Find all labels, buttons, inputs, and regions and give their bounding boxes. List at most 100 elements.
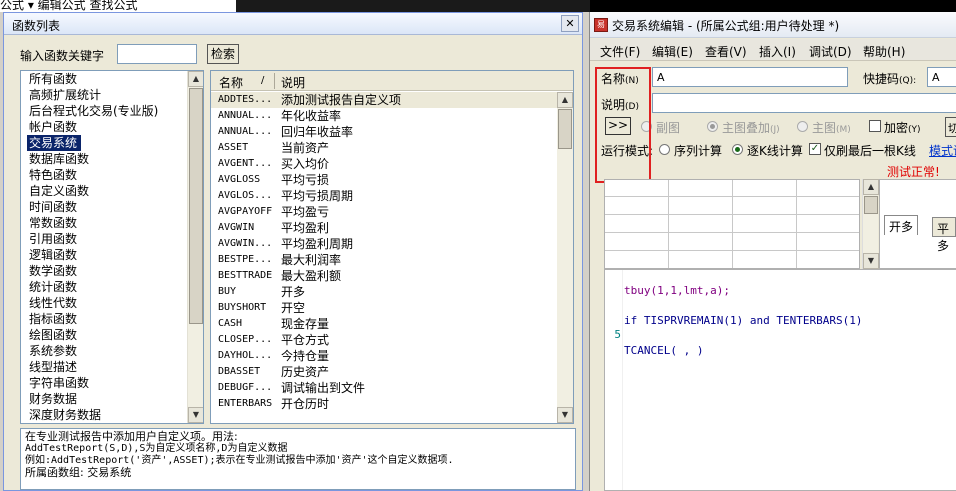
table-row[interactable]: ENTERBARS 开仓历时 xyxy=(211,396,557,412)
description-input[interactable] xyxy=(652,93,956,113)
function-desc: 最大利润率 xyxy=(281,253,342,267)
keyword-input[interactable] xyxy=(117,44,197,64)
function-desc: 平均盈亏 xyxy=(281,205,330,219)
table-row[interactable]: DAYHOL... 今持仓量 xyxy=(211,348,557,364)
category-item[interactable]: 字符串函数 xyxy=(21,375,203,391)
function-name: ANNUAL... xyxy=(218,126,273,137)
scroll-up-icon[interactable]: ▲ xyxy=(863,179,879,195)
main-chart-text: 主图 xyxy=(812,121,837,135)
category-item[interactable]: 统计函数 xyxy=(21,279,203,295)
category-item[interactable]: 常数函数 xyxy=(21,215,203,231)
menu-help[interactable]: 帮助(H) xyxy=(863,43,905,60)
scroll-down-icon[interactable]: ▼ xyxy=(863,253,879,269)
category-scrollbar[interactable]: ▲ ▼ xyxy=(187,71,203,423)
code-keyword: if xyxy=(624,314,638,327)
category-item[interactable]: 高频扩展统计 xyxy=(21,87,203,103)
grid-line xyxy=(668,180,669,268)
scroll-down-icon[interactable]: ▼ xyxy=(188,407,203,423)
table-row[interactable]: ASSET 当前资产 xyxy=(211,140,557,156)
table-row[interactable]: DBASSET 历史资产 xyxy=(211,364,557,380)
scroll-up-icon[interactable]: ▲ xyxy=(557,92,573,108)
last-k-checkbox[interactable]: ✓ xyxy=(809,143,821,155)
menu-edit[interactable]: 编辑(E) xyxy=(652,43,693,60)
side-button[interactable]: 切 xyxy=(945,117,956,137)
category-item[interactable]: 逻辑函数 xyxy=(21,247,203,263)
category-item[interactable]: 财务数据 xyxy=(21,391,203,407)
close-icon[interactable]: ✕ xyxy=(561,15,579,32)
main-overlay-radio[interactable] xyxy=(707,121,718,132)
category-item[interactable]: 交易系统 xyxy=(27,135,82,151)
table-row[interactable]: AVGWIN... 平均盈利周期 xyxy=(211,236,557,252)
table-row[interactable]: AVGWIN 平均盈利 xyxy=(211,220,557,236)
sort-icon: / xyxy=(261,75,265,86)
category-item[interactable]: 线性代数 xyxy=(21,295,203,311)
search-button[interactable]: 检索 xyxy=(207,44,239,64)
sequential-radio[interactable] xyxy=(659,144,670,155)
function-name: CASH xyxy=(218,318,243,329)
main-overlay-text: 主图叠加 xyxy=(722,121,771,135)
scroll-thumb[interactable] xyxy=(864,196,878,214)
category-item[interactable]: 系统参数 xyxy=(21,343,203,359)
category-item[interactable]: 数学函数 xyxy=(21,263,203,279)
category-item[interactable]: 深度财务数据 xyxy=(21,407,203,423)
background-dark-panel-right xyxy=(590,0,956,12)
table-row[interactable]: BUY 开多 xyxy=(211,284,557,300)
table-row[interactable]: ANNUAL... 回归年收益率 xyxy=(211,124,557,140)
line-gutter: 5 xyxy=(605,270,623,490)
function-name: AVGLOSS xyxy=(218,174,261,185)
table-row[interactable]: AVGENT... 买入均价 xyxy=(211,156,557,172)
name-input[interactable]: A xyxy=(652,67,848,87)
table-row[interactable]: CASH 现金存量 xyxy=(211,316,557,332)
table-row[interactable]: AVGLOS... 平均亏损周期 xyxy=(211,188,557,204)
function-rows: ADDTES... 添加测试报告自定义项 ANNUAL... 年化收益率 ANNUAL.… xyxy=(211,92,557,412)
main-chart-radio[interactable] xyxy=(797,121,808,132)
background-app-strip: 公式 ▾ 编辑公式 查找公式 xyxy=(0,0,956,12)
menu-file[interactable]: 文件(F) xyxy=(600,43,640,60)
category-item[interactable]: 所有函数 xyxy=(21,71,203,87)
function-desc: 今持仓量 xyxy=(281,349,330,363)
table-row[interactable]: BESTTRADE 最大盈利额 xyxy=(211,268,557,284)
editor-menubar: 文件(F) 编辑(E) 查看(V) 插入(I) 调试(D) 帮助(H) xyxy=(590,39,956,61)
category-item[interactable]: 特色函数 xyxy=(21,167,203,183)
function-desc: 买入均价 xyxy=(281,157,330,171)
category-item[interactable]: 指标函数 xyxy=(21,311,203,327)
category-item[interactable]: 时间函数 xyxy=(21,199,203,215)
column-name-header[interactable]: 名称 xyxy=(219,74,243,91)
category-item[interactable]: 后台程式化交易(专业版) xyxy=(21,103,203,119)
table-row[interactable]: BESTPE... 最大利润率 xyxy=(211,252,557,268)
code-editor[interactable]: 5 tbuy(1,1,lmt,a); if TISPRVREMAIN(1) an… xyxy=(604,269,956,491)
encrypt-checkbox[interactable] xyxy=(869,120,881,132)
grid-scrollbar[interactable]: ▲ ▼ xyxy=(862,179,879,269)
category-item[interactable]: 数据库函数 xyxy=(21,151,203,167)
table-row[interactable]: AVGPAYOFF 平均盈亏 xyxy=(211,204,557,220)
function-desc: 当前资产 xyxy=(281,141,330,155)
scroll-thumb[interactable] xyxy=(189,88,203,324)
menu-view[interactable]: 查看(V) xyxy=(705,43,747,60)
scroll-up-icon[interactable]: ▲ xyxy=(188,71,203,87)
function-scrollbar[interactable]: ▲ ▼ xyxy=(557,92,573,423)
column-divider xyxy=(274,73,275,89)
category-item[interactable]: 引用函数 xyxy=(21,231,203,247)
table-row[interactable]: CLOSEP... 平仓方式 xyxy=(211,332,557,348)
table-row[interactable]: ADDTES... 添加测试报告自定义项 xyxy=(211,92,557,108)
table-row[interactable]: BUYSHORT 开空 xyxy=(211,300,557,316)
table-row[interactable]: DEBUGF... 调试输出到文件 xyxy=(211,380,557,396)
category-item[interactable]: 绘图函数 xyxy=(21,327,203,343)
menu-debug[interactable]: 调试(D) xyxy=(809,43,852,60)
per-k-radio[interactable] xyxy=(732,144,743,155)
category-item[interactable]: 自定义函数 xyxy=(21,183,203,199)
output-grid xyxy=(604,179,860,269)
category-item[interactable]: 线型描述 xyxy=(21,359,203,375)
menu-insert[interactable]: 插入(I) xyxy=(759,43,796,60)
tab-open-long[interactable]: 开多 xyxy=(884,215,919,235)
mode-help-link[interactable]: 模式说 xyxy=(929,142,956,159)
tab-close-long[interactable]: 平多 xyxy=(932,217,956,253)
shortcut-input[interactable]: A xyxy=(927,67,956,87)
category-item[interactable]: 帐户函数 xyxy=(21,119,203,135)
scroll-thumb[interactable] xyxy=(558,109,572,149)
table-row[interactable]: AVGLOSS 平均亏损 xyxy=(211,172,557,188)
column-desc-header[interactable]: 说明 xyxy=(281,74,305,91)
table-row[interactable]: ANNUAL... 年化收益率 xyxy=(211,108,557,124)
scroll-down-icon[interactable]: ▼ xyxy=(557,407,573,423)
category-list[interactable]: 所有函数 高频扩展统计 后台程式化交易(专业版) 帐户函数 交易系统 数据库函数 特色函数自… xyxy=(20,70,204,424)
